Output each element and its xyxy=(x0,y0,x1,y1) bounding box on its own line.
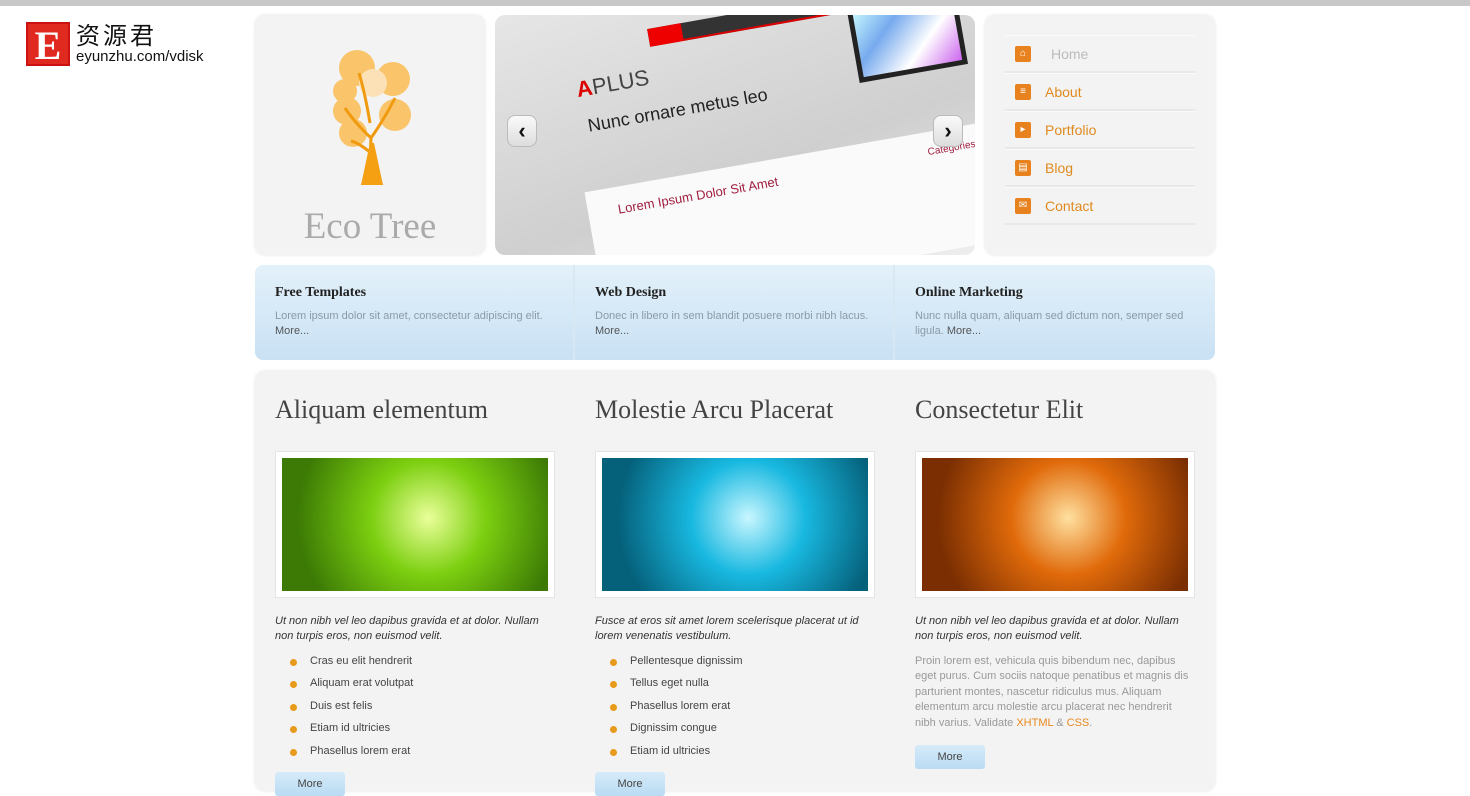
brand-name: Eco Tree xyxy=(303,206,437,247)
feature-title: Online Marketing xyxy=(915,285,1023,300)
xhtml-link[interactable]: XHTML xyxy=(1016,717,1053,729)
image-slider[interactable]: APLUS Nunc ornare metus leo Lorem Ipsum … xyxy=(495,15,975,255)
feature-item: Web Design Donec in libero in sem blandi… xyxy=(575,265,895,360)
contact-icon: ✉ xyxy=(1015,197,1031,214)
home-icon: ⌂ xyxy=(1015,45,1031,62)
list-item[interactable]: Etiam id ultricies xyxy=(275,717,555,739)
list-item[interactable]: Tellus eget nulla xyxy=(595,672,875,694)
css-link[interactable]: CSS xyxy=(1067,717,1090,729)
menu-label: Home xyxy=(1051,45,1089,62)
feature-text: Donec in libero in sem blandit posuere m… xyxy=(595,310,869,322)
feature-title: Free Templates xyxy=(275,285,367,300)
blog-icon: ▤ xyxy=(1015,159,1031,176)
content-column: Molestie Arcu Placerat Fusce at eros sit… xyxy=(595,371,915,796)
slide-image: APLUS Nunc ornare metus leo Lorem Ipsum … xyxy=(555,15,975,255)
feature-text: Lorem ipsum dolor sit amet, consectetur … xyxy=(275,310,543,322)
more-button[interactable]: More xyxy=(275,771,345,796)
top-bar xyxy=(0,0,1470,6)
list-item[interactable]: Pellentesque dignissim xyxy=(595,650,875,672)
column-intro: Fusce at eros sit amet lorem scelerisque… xyxy=(595,615,859,642)
list-item[interactable]: Cras eu elit hendrerit xyxy=(275,650,555,672)
list-item[interactable]: Phasellus lorem erat xyxy=(595,695,875,717)
column-title: Aliquam elementum xyxy=(275,395,489,424)
content-panel: Aliquam elementum Ut non nibh vel leo da… xyxy=(255,371,1215,796)
feature-more-link[interactable]: More... xyxy=(275,325,309,337)
more-button[interactable]: More xyxy=(595,771,665,796)
menu-item-contact[interactable]: ✉ Contact xyxy=(1005,187,1195,225)
column-image xyxy=(595,451,875,598)
content-column: Consectetur Elit Ut non nibh vel leo dap… xyxy=(915,371,1235,791)
menu-label: About xyxy=(1045,83,1082,100)
slide-logo: APLUS xyxy=(574,64,652,103)
more-button[interactable]: More xyxy=(915,745,985,770)
feature-item: Free Templates Lorem ipsum dolor sit ame… xyxy=(255,265,575,360)
column-title: Consectetur Elit xyxy=(915,395,1084,424)
column-list: Cras eu elit hendrerit Aliquam erat volu… xyxy=(275,650,555,762)
menu-label: Blog xyxy=(1045,159,1074,176)
portfolio-icon: ▸ xyxy=(1015,121,1031,138)
feature-item: Online Marketing Nunc nulla quam, aliqua… xyxy=(895,265,1215,360)
slider-prev-button[interactable]: ‹ xyxy=(507,115,537,147)
list-item[interactable]: Aliquam erat volutpat xyxy=(275,672,555,694)
green-abstract-image xyxy=(282,458,548,591)
watermark-chinese: 资源君 xyxy=(76,22,157,50)
main-menu: ⌂ Home ≡ About ▸ Portfolio ▤ Blog ✉ Contact xyxy=(985,15,1215,255)
menu-item-blog[interactable]: ▤ Blog xyxy=(1005,149,1195,187)
list-item[interactable]: Phasellus lorem erat xyxy=(275,740,555,762)
menu-label: Portfolio xyxy=(1045,121,1097,138)
menu-item-about[interactable]: ≡ About xyxy=(1005,73,1195,111)
watermark-url: eyunzhu.com/vdisk xyxy=(76,48,204,65)
column-list: Pellentesque dignissim Tellus eget nulla… xyxy=(595,650,875,762)
watermark-letter: E xyxy=(26,22,70,68)
column-image xyxy=(915,451,1195,598)
content-column: Aliquam elementum Ut non nibh vel leo da… xyxy=(275,371,595,796)
list-item[interactable]: Duis est felis xyxy=(275,695,555,717)
slider-next-button[interactable]: › xyxy=(933,115,963,147)
column-title: Molestie Arcu Placerat xyxy=(595,395,834,424)
features-bar: Free Templates Lorem ipsum dolor sit ame… xyxy=(255,265,1215,360)
column-intro: Ut non nibh vel leo dapibus gravida et a… xyxy=(275,615,539,642)
blue-abstract-image xyxy=(602,458,868,591)
list-item[interactable]: Dignissim congue xyxy=(595,717,875,739)
feature-more-link[interactable]: More... xyxy=(947,325,981,337)
column-intro: Ut non nibh vel leo dapibus gravida et a… xyxy=(915,615,1179,642)
slide-lower xyxy=(584,109,975,255)
feature-more-link[interactable]: More... xyxy=(595,325,629,337)
watermark-logo: E 资源君 eyunzhu.com/vdisk xyxy=(26,22,204,68)
orange-abstract-image xyxy=(922,458,1188,591)
column-body: Proin lorem est, vehicula quis bibendum … xyxy=(915,655,1189,729)
column-image xyxy=(275,451,555,598)
menu-item-portfolio[interactable]: ▸ Portfolio xyxy=(1005,111,1195,149)
slide-tv-graphic xyxy=(845,15,969,83)
menu-item-home[interactable]: ⌂ Home xyxy=(1005,35,1195,73)
brand-panel[interactable]: Eco Tree xyxy=(255,15,485,255)
tree-logo-icon xyxy=(333,50,411,185)
list-item[interactable]: Etiam id ultricies xyxy=(595,740,875,762)
about-icon: ≡ xyxy=(1015,83,1031,100)
menu-label: Contact xyxy=(1045,197,1094,214)
feature-title: Web Design xyxy=(595,285,667,300)
